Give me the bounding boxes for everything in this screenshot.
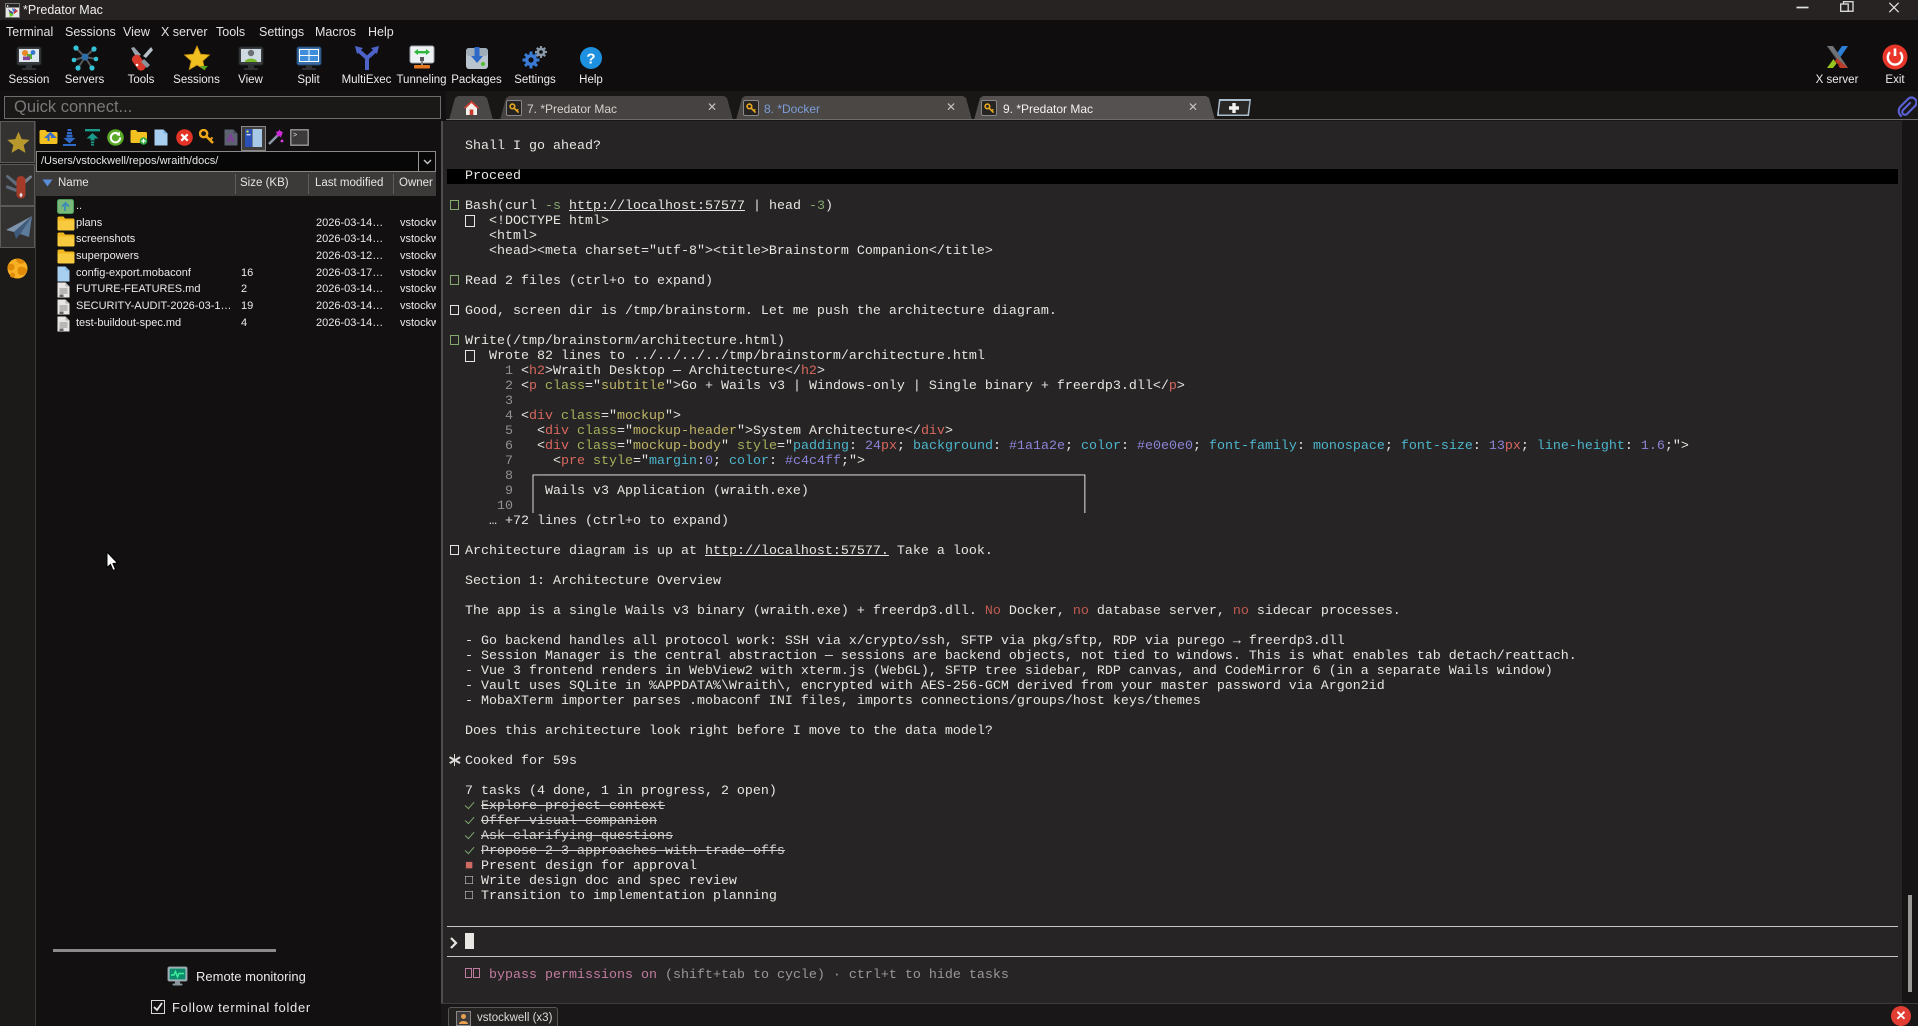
- svg-text:?: ?: [586, 51, 595, 68]
- svg-text:>: >: [293, 132, 297, 140]
- svg-text:A: A: [227, 133, 235, 145]
